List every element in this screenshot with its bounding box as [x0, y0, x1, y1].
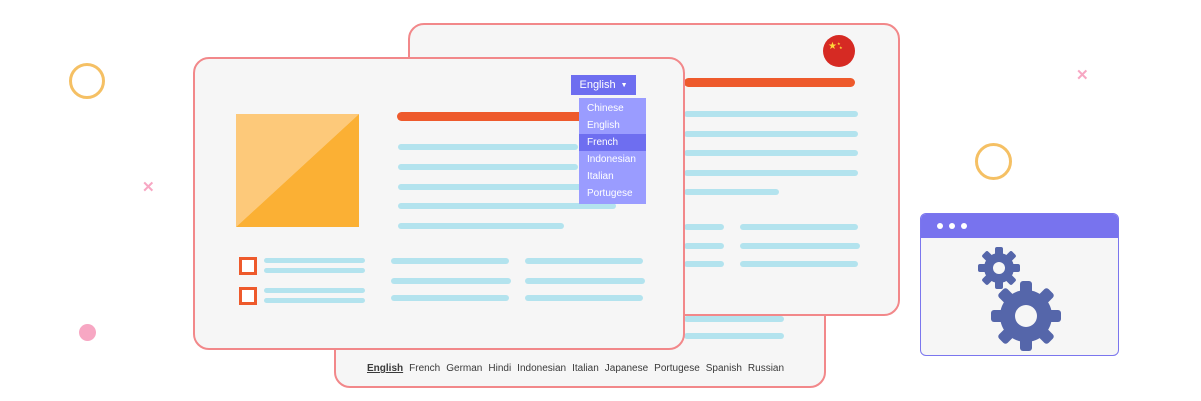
language-link[interactable]: Russian	[748, 363, 784, 374]
text-line	[264, 288, 365, 293]
decor-ring-left	[69, 63, 105, 99]
heading-bar	[397, 112, 587, 121]
language-link[interactable]: French	[409, 363, 440, 374]
checkbox[interactable]	[239, 257, 257, 275]
text-line	[740, 261, 858, 267]
heading-bar	[684, 78, 855, 87]
language-link[interactable]: English	[367, 363, 403, 374]
language-option[interactable]: Portugese	[579, 185, 646, 202]
text-line	[398, 164, 578, 170]
window-dot	[937, 223, 943, 229]
language-link[interactable]: Italian	[572, 363, 599, 374]
text-line	[525, 278, 645, 284]
checkbox[interactable]	[239, 287, 257, 305]
svg-text:★: ★	[839, 45, 843, 50]
language-option[interactable]: English	[579, 117, 646, 134]
language-option[interactable]: Chinese	[579, 100, 646, 117]
text-line	[684, 224, 724, 230]
window-dot	[949, 223, 955, 229]
text-line	[684, 170, 858, 176]
chevron-down-icon: ▼	[620, 81, 628, 89]
text-line	[684, 111, 858, 117]
text-line	[684, 261, 724, 267]
language-bar: English French German Hindi Indonesian I…	[367, 363, 784, 374]
decor-dot	[79, 324, 96, 341]
text-line	[264, 298, 365, 303]
text-line	[525, 258, 643, 264]
text-line	[264, 258, 365, 263]
text-line	[684, 316, 784, 322]
language-link[interactable]: Indonesian	[517, 363, 566, 374]
gear-icon	[978, 247, 1061, 351]
text-line	[264, 268, 365, 273]
text-line	[525, 295, 643, 301]
language-link[interactable]: Portugese	[654, 363, 700, 374]
text-line	[391, 295, 509, 301]
language-link[interactable]: Spanish	[706, 363, 742, 374]
language-option[interactable]: Italian	[579, 168, 646, 185]
window-dot	[961, 223, 967, 229]
decor-cross-left: ✕	[142, 179, 155, 196]
decor-ring-right	[975, 143, 1012, 180]
language-option[interactable]: Indonesian	[579, 151, 646, 168]
china-flag-icon: ★ ★ ★	[823, 35, 855, 67]
language-link[interactable]: Japanese	[605, 363, 648, 374]
language-dropdown[interactable]: English ▼	[571, 75, 636, 95]
text-line	[740, 243, 860, 249]
decor-cross-right: ✕	[1076, 67, 1089, 84]
text-line	[684, 150, 858, 156]
language-link[interactable]: Hindi	[488, 363, 511, 374]
image-placeholder	[236, 114, 359, 227]
language-option[interactable]: French	[579, 134, 646, 151]
settings-window	[920, 213, 1119, 356]
text-line	[398, 144, 578, 150]
text-line	[740, 224, 858, 230]
text-line	[398, 223, 564, 229]
window-title-bar	[921, 214, 1118, 238]
text-line	[391, 278, 511, 284]
text-line	[684, 131, 858, 137]
language-link[interactable]: German	[446, 363, 482, 374]
text-line	[684, 243, 724, 249]
text-line	[684, 189, 779, 195]
text-line	[684, 333, 784, 339]
text-line	[391, 258, 509, 264]
language-dropdown-menu: Chinese English French Indonesian Italia…	[579, 98, 646, 204]
svg-text:★: ★	[828, 41, 837, 52]
language-dropdown-label: English	[579, 79, 616, 91]
